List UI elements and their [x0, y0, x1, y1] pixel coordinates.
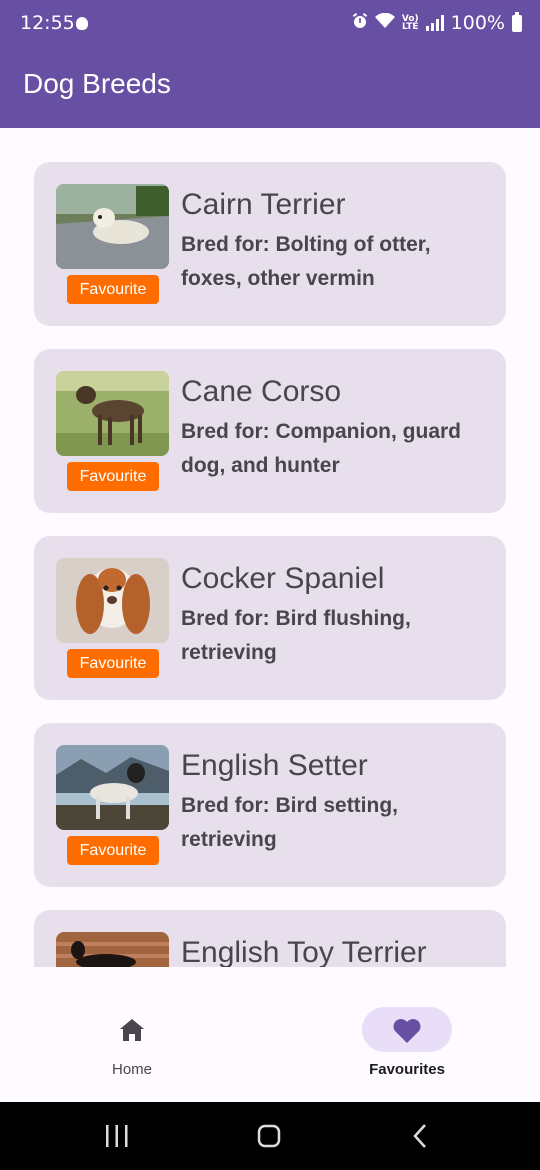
- status-bar: 12:55 Vo) LTE 100%: [0, 0, 540, 50]
- breed-list[interactable]: Favourite Cairn Terrier Bred for: Boltin…: [0, 128, 540, 967]
- notification-icon: [76, 17, 88, 30]
- wifi-icon: [374, 12, 395, 34]
- bred-for-text: Bred for: Bolting of otter, foxes, other…: [181, 233, 431, 290]
- home-button-icon[interactable]: [256, 1122, 282, 1154]
- bred-for-text: Bred for: Companion, guard dog, and hunt…: [181, 420, 461, 477]
- nav-favourites[interactable]: Favourites: [327, 1007, 487, 1087]
- breed-photo: [56, 745, 169, 830]
- heart-icon: [391, 1015, 423, 1045]
- nav-home-label: Home: [111, 1061, 152, 1078]
- recent-apps-icon[interactable]: [104, 1122, 130, 1154]
- nav-favourites-label: Favourites: [369, 1061, 445, 1078]
- breed-photo: [56, 371, 169, 456]
- breed-name: English Toy Terrier: [181, 936, 427, 967]
- breed-card[interactable]: Favourite Cocker Spaniel Bred for: Bird …: [34, 536, 506, 700]
- breed-name: Cocker Spaniel: [181, 562, 385, 595]
- volte-icon: Vo) LTE: [401, 14, 419, 32]
- favourite-badge: Favourite: [67, 462, 159, 491]
- breed-name: Cairn Terrier: [181, 188, 346, 221]
- battery-percent: 100%: [450, 12, 505, 34]
- breed-photo: [56, 558, 169, 643]
- breed-photo: [56, 932, 169, 967]
- favourite-badge: Favourite: [67, 836, 159, 865]
- app-bar: Dog Breeds: [0, 50, 540, 128]
- battery-icon: [512, 11, 522, 32]
- breed-photo: [56, 184, 169, 269]
- bottom-navigation: Home Favourites: [0, 967, 540, 1102]
- breed-name: English Setter: [181, 749, 368, 782]
- system-navigation-bar: [0, 1102, 540, 1170]
- breed-name: Cane Corso: [181, 375, 342, 408]
- home-icon: [116, 1015, 148, 1045]
- bred-for-text: Bred for: Bird flushing, retrieving: [181, 607, 411, 664]
- breed-card[interactable]: Favourite English Setter Bred for: Bird …: [34, 723, 506, 887]
- breed-card[interactable]: Favourite Cane Corso Bred for: Companion…: [34, 349, 506, 513]
- favourite-badge: Favourite: [67, 649, 159, 678]
- breed-card[interactable]: Favourite Cairn Terrier Bred for: Boltin…: [34, 162, 506, 326]
- signal-icon: [425, 15, 444, 31]
- bred-for-text: Bred for: Bird setting, retrieving: [181, 794, 399, 851]
- nav-home[interactable]: Home: [52, 1007, 212, 1087]
- favourite-badge: Favourite: [67, 275, 159, 304]
- status-time: 12:55: [20, 12, 75, 34]
- alarm-icon: [352, 12, 368, 34]
- status-icons: Vo) LTE 100%: [352, 11, 522, 34]
- page-title: Dog Breeds: [23, 68, 171, 99]
- back-icon[interactable]: [408, 1122, 434, 1154]
- breed-card[interactable]: English Toy Terrier: [34, 910, 506, 967]
